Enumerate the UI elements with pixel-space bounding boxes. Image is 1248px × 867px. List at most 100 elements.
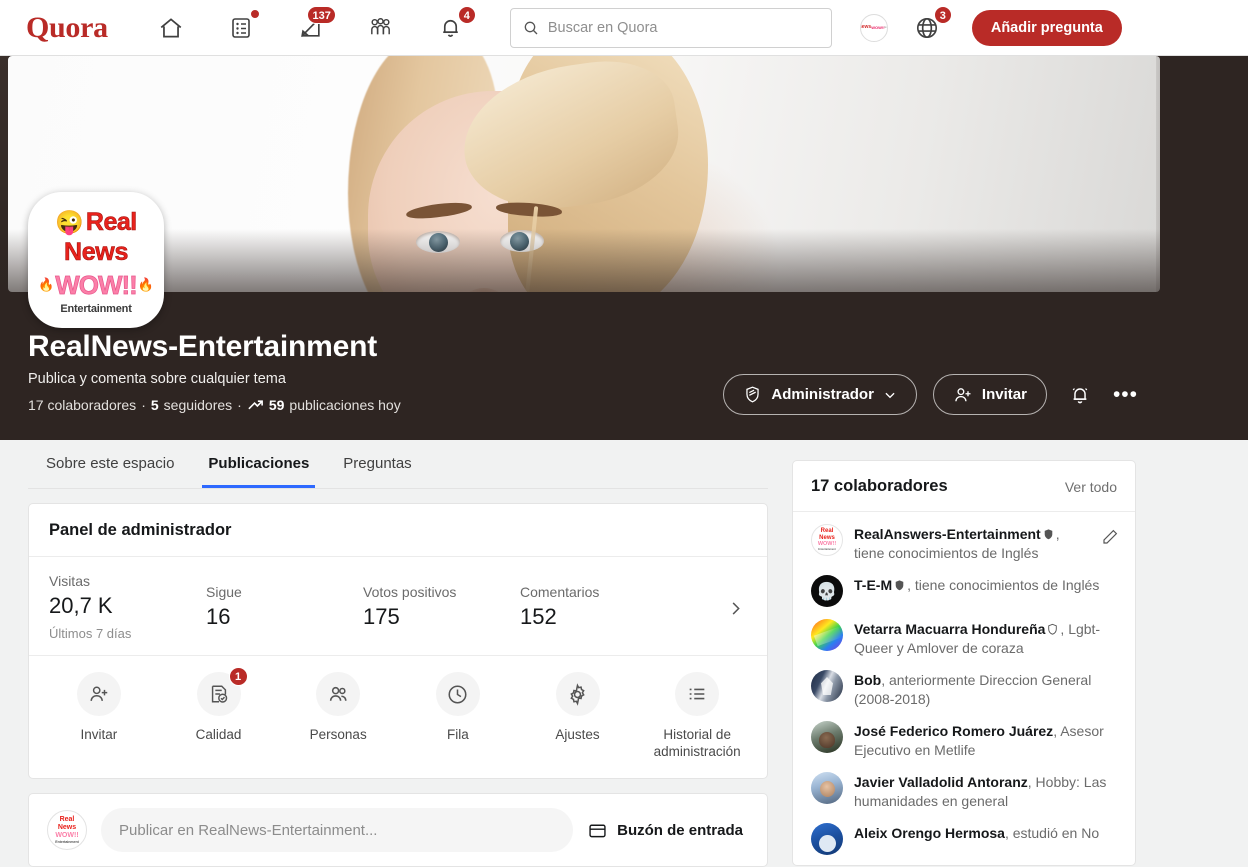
admin-action-historial-label: Historial de administración bbox=[653, 727, 741, 759]
contributor-name[interactable]: Bob bbox=[854, 672, 881, 688]
quora-logo[interactable]: Quora bbox=[26, 11, 108, 45]
contributor-credential: tiene conocimientos de Inglés bbox=[854, 545, 1039, 561]
space-tabs: Sobre este espacio Publicaciones Pregunt… bbox=[28, 440, 768, 489]
list-item[interactable]: José Federico Romero Juárez, Asesor Ejec… bbox=[793, 715, 1135, 766]
avatar: 💀 bbox=[811, 575, 843, 607]
notifications-bell-icon[interactable]: 4 bbox=[434, 5, 476, 45]
add-question-button[interactable]: Añadir pregunta bbox=[971, 9, 1122, 46]
cover-photo[interactable] bbox=[8, 56, 1160, 292]
avatar-logo-line3: WOW!! bbox=[871, 25, 885, 30]
composer-avatar[interactable]: Real News WOW!! Entertainment bbox=[47, 810, 87, 850]
contributor-name[interactable]: T-E-M bbox=[854, 577, 892, 593]
notifications-count-badge: 4 bbox=[457, 5, 476, 24]
tab-publicaciones[interactable]: Publicaciones bbox=[202, 440, 316, 488]
language-globe-icon[interactable]: 3 bbox=[910, 5, 952, 45]
contributor-text: T-E-M, tiene conocimientos de Inglés bbox=[854, 577, 1100, 593]
space-avatar[interactable]: 😜 Real News 🔥 WOW!! 🔥 Entertainment bbox=[28, 192, 164, 328]
contributor-credential: anteriormente Direccion General (2008-20… bbox=[854, 672, 1092, 707]
contributors-count: 17 colaboradores bbox=[28, 397, 137, 413]
admin-action-calidad-label: Calidad bbox=[195, 727, 242, 742]
list-item[interactable]: Javier Valladolid Antoranz, Hobby: Las h… bbox=[793, 766, 1135, 817]
contributor-name[interactable]: Aleix Orengo Hermosa bbox=[854, 825, 1005, 841]
list-item[interactable]: Vetarra Macuarra Hondureña, Lgbt-Queer y… bbox=[793, 613, 1135, 664]
fire-emoji-left-icon: 🔥 bbox=[38, 277, 55, 292]
people-icon bbox=[316, 672, 361, 716]
admin-action-invitar[interactable]: Invitar bbox=[39, 672, 159, 743]
admin-panel-card: Panel de administrador Visitas 20,7 K Úl… bbox=[28, 503, 768, 779]
stat-comentarios: Comentarios 152 bbox=[520, 584, 677, 630]
followers-label: seguidores bbox=[163, 397, 233, 413]
admin-action-invitar-label: Invitar bbox=[80, 727, 118, 742]
space-avatar-row3: 🔥 WOW!! 🔥 bbox=[38, 269, 154, 301]
stat-votos-label: Votos positivos bbox=[363, 584, 457, 600]
list-item[interactable]: 💀 T-E-M, tiene conocimientos de Inglés bbox=[793, 569, 1135, 613]
space-notifications-bell-icon[interactable] bbox=[1063, 378, 1097, 412]
calidad-badge: 1 bbox=[228, 667, 248, 686]
spaces-list-icon[interactable] bbox=[224, 8, 260, 45]
home-icon[interactable] bbox=[154, 11, 188, 45]
contributors-column: 17 colaboradores Ver todo Real News WOW!… bbox=[792, 460, 1136, 866]
admin-action-ajustes[interactable]: Ajustes bbox=[518, 672, 638, 743]
see-all-link[interactable]: Ver todo bbox=[1065, 479, 1117, 495]
composer-avatar-line4: Entertainment bbox=[55, 839, 79, 844]
contributor-name[interactable]: José Federico Romero Juárez bbox=[854, 723, 1053, 739]
contributor-name[interactable]: Javier Valladolid Antoranz bbox=[854, 774, 1028, 790]
search-input[interactable] bbox=[547, 19, 808, 36]
stat-comentarios-value: 152 bbox=[520, 604, 557, 629]
space-avatar-line4: Entertainment bbox=[60, 302, 132, 315]
inbox-button[interactable]: Buzón de entrada bbox=[587, 820, 749, 841]
admin-action-historial[interactable]: Historial de administración bbox=[637, 672, 757, 760]
post-composer: Real News WOW!! Entertainment Buzón de e… bbox=[28, 793, 768, 867]
stat-visitas-value: 20,7 K bbox=[49, 593, 113, 618]
more-options-icon[interactable]: ••• bbox=[1113, 384, 1138, 405]
contributors-title: 17 colaboradores bbox=[811, 477, 948, 495]
stats-period: Últimos 7 días bbox=[49, 626, 132, 641]
following-people-icon[interactable] bbox=[364, 11, 398, 45]
clock-queue-icon bbox=[435, 672, 480, 716]
cover-iris-right bbox=[510, 232, 529, 251]
post-input[interactable] bbox=[101, 808, 574, 852]
nav-right-group: Real News WOW!! Entertainment 3 Añadir p… bbox=[859, 5, 1122, 46]
user-avatar[interactable]: Real News WOW!! Entertainment bbox=[859, 13, 888, 42]
tab-preguntas[interactable]: Preguntas bbox=[337, 440, 417, 485]
contributors-header: 17 colaboradores Ver todo bbox=[793, 461, 1135, 512]
verified-shield-icon bbox=[895, 580, 904, 591]
spaces-notification-dot bbox=[249, 8, 260, 19]
stats-next-chevron-icon[interactable] bbox=[726, 599, 745, 623]
avatar bbox=[811, 772, 843, 804]
globe-count-badge: 3 bbox=[933, 5, 952, 24]
list-item[interactable]: Aleix Orengo Hermosa, estudió en No bbox=[793, 817, 1135, 861]
inbox-label: Buzón de entrada bbox=[617, 821, 743, 839]
contributor-text: José Federico Romero Juárez, Asesor Ejec… bbox=[854, 723, 1104, 758]
admin-action-fila[interactable]: Fila bbox=[398, 672, 518, 743]
stat-comentarios-label: Comentarios bbox=[520, 584, 600, 600]
avatar-line4: Entertainment bbox=[818, 547, 836, 551]
admin-panel-title: Panel de administrador bbox=[29, 504, 767, 557]
gear-icon bbox=[555, 672, 600, 716]
contributor-text: Javier Valladolid Antoranz, Hobby: Las h… bbox=[854, 774, 1107, 809]
admin-action-calidad[interactable]: 1 Calidad bbox=[159, 667, 279, 743]
answer-pencil-icon[interactable]: 137 bbox=[294, 5, 336, 45]
search-box[interactable] bbox=[509, 7, 832, 48]
posts-today-label: publicaciones hoy bbox=[289, 397, 401, 413]
nav-icon-group: 137 4 bbox=[154, 5, 476, 45]
administrator-button[interactable]: Administrador bbox=[723, 374, 917, 415]
contributor-text: Bob, anteriormente Direccion General (20… bbox=[854, 672, 1092, 707]
stat-votos-value: 175 bbox=[363, 604, 400, 629]
invite-button[interactable]: Invitar bbox=[932, 374, 1047, 415]
stats-separator-2: · bbox=[237, 397, 242, 413]
cover-right-edge bbox=[1156, 56, 1248, 292]
winking-tongue-emoji-icon: 😜 bbox=[55, 208, 84, 235]
list-history-icon bbox=[675, 672, 720, 716]
avatar-logo-line4: Entertainment bbox=[884, 26, 888, 29]
avatar bbox=[811, 619, 843, 651]
list-item[interactable]: Real News WOW!! Entertainment RealAnswer… bbox=[793, 518, 1135, 569]
tab-sobre-este-espacio[interactable]: Sobre este espacio bbox=[40, 440, 180, 485]
contributor-name[interactable]: Vetarra Macuarra Hondureña bbox=[854, 621, 1045, 637]
edit-pencil-icon[interactable] bbox=[1101, 524, 1119, 551]
admin-action-personas-label: Personas bbox=[309, 727, 367, 742]
contributor-name[interactable]: RealAnswers-Entertainment bbox=[854, 526, 1041, 542]
contributors-card: 17 colaboradores Ver todo Real News WOW!… bbox=[792, 460, 1136, 866]
admin-action-personas[interactable]: Personas bbox=[278, 672, 398, 743]
list-item[interactable]: Bob, anteriormente Direccion General (20… bbox=[793, 664, 1135, 715]
